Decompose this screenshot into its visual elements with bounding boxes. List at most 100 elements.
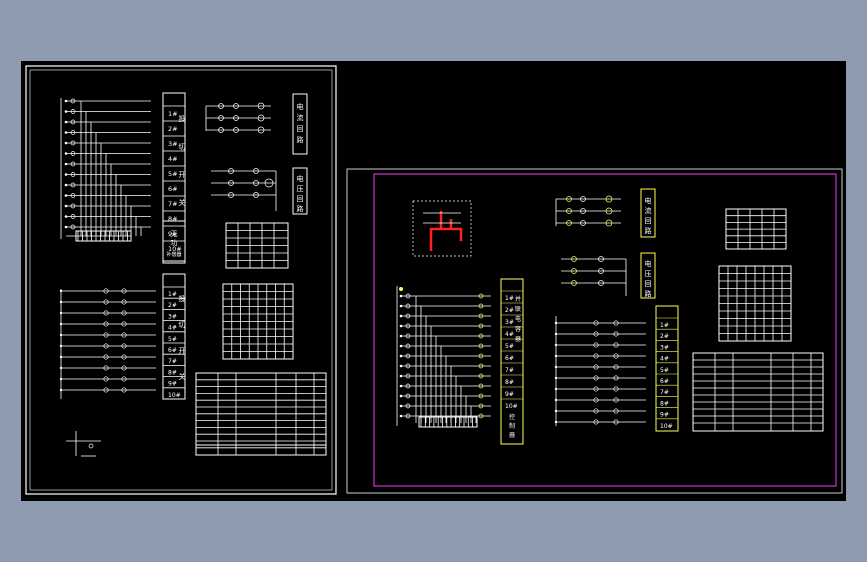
right-lower-switch-row-label: 7# xyxy=(660,389,669,396)
left-bottom-switch-row-label: 9# xyxy=(168,381,177,388)
right-voltage-label-char: 路 xyxy=(645,289,652,298)
right-current-label-char: 回 xyxy=(645,217,652,225)
right-current-label-char: 流 xyxy=(645,206,652,215)
right-voltage-label-char: 压 xyxy=(645,270,652,278)
right-lower-switch-row-label: 4# xyxy=(660,356,669,363)
left-bus-node xyxy=(64,141,68,145)
right-vertical-label-a-char: 容 xyxy=(515,325,521,333)
left-bus-node xyxy=(64,152,68,155)
right-lower-switch-row-label: 2# xyxy=(660,333,669,340)
right-lower-switch-row-label: 6# xyxy=(660,378,669,385)
right-bus-top-node xyxy=(399,287,403,291)
left-bottom-switch-row-label: 10# xyxy=(168,392,181,399)
right-current-label-char: 路 xyxy=(645,226,652,235)
right-parts-list xyxy=(692,352,824,432)
right-vertical-label-a-char: 并 xyxy=(515,295,521,303)
right-switch-row-label: 9# xyxy=(505,391,514,398)
right-switch-row-label: 2# xyxy=(505,307,514,314)
right-vertical-label-a-char: 电 xyxy=(515,315,521,323)
right-switch-row-label: 8# xyxy=(505,379,514,386)
right-vertical-label-a-char: 器 xyxy=(515,336,521,343)
left-bus-node xyxy=(64,225,68,229)
right-switch-row-label: 1# xyxy=(505,295,514,302)
right-vertical-label-b-char: 控 xyxy=(509,413,515,421)
left-bottom-switch-row-label: 6# xyxy=(168,347,177,354)
left-switch-row-label: 3# xyxy=(168,140,178,148)
left-bus-node xyxy=(64,162,68,166)
right-red-component xyxy=(429,211,463,251)
right-switch-row-label: 3# xyxy=(505,319,514,326)
right-switch-row-label: 6# xyxy=(505,355,514,362)
right-lower-switch-row-label: 3# xyxy=(660,344,669,351)
left-bottom-switch-row-label: 7# xyxy=(168,358,177,365)
right-bus-node xyxy=(399,384,403,388)
left-bus-node xyxy=(64,183,68,187)
left-switch-row-label: 7# xyxy=(168,200,178,208)
left-bus-node xyxy=(64,173,68,176)
right-lower-switch-row-label: 9# xyxy=(660,412,669,419)
left-bus-node xyxy=(64,204,68,208)
left-switch-row-label: 8# xyxy=(168,215,178,223)
right-bus-node xyxy=(399,394,403,398)
right-switch-row-label: 7# xyxy=(505,367,514,374)
left-bottom-block-char: 投 xyxy=(179,294,186,303)
left-bus-node xyxy=(64,131,68,134)
left-top-block-char: 关 xyxy=(179,198,186,207)
right-switch-row-label: 5# xyxy=(505,343,514,350)
right-bus-node xyxy=(399,364,403,368)
left-sheet-frame-outer xyxy=(25,65,337,495)
left-switch-row-label: 2# xyxy=(168,125,178,133)
left-top-block-char: 投 xyxy=(179,114,186,123)
right-lower-switch-row-label: 5# xyxy=(660,367,669,374)
left-switch-row-label: 5# xyxy=(168,170,178,178)
right-vertical-label-b-char: 器 xyxy=(509,432,515,439)
left-current-label-char: 电 xyxy=(297,102,304,111)
left-switch-row-label: 4# xyxy=(168,155,178,163)
right-bus-node xyxy=(399,354,403,358)
right-sheet-frame-inner xyxy=(373,173,837,487)
right-voltage-label-char: 电 xyxy=(645,259,652,268)
left-aux-symbol xyxy=(88,443,94,449)
left-bus-node xyxy=(64,215,68,218)
left-bottom-switch-row-label: 5# xyxy=(168,336,177,343)
right-bus-node xyxy=(399,344,403,348)
right-bus-node xyxy=(399,404,403,408)
right-switch-row-label: 4# xyxy=(505,331,514,338)
left-bottom-switch-row-label: 2# xyxy=(168,302,177,309)
left-switch-row-label: 1# xyxy=(168,110,178,118)
right-current-label-char: 电 xyxy=(645,196,652,205)
left-top-block-char: 切 xyxy=(179,143,186,151)
left-bottom-switch-row-label: 1# xyxy=(168,291,177,298)
left-bus-node xyxy=(64,120,68,124)
left-bottom-block-char: 开 xyxy=(179,347,186,355)
left-voltage-label-char: 回 xyxy=(297,195,304,203)
left-voltage-label-char: 压 xyxy=(297,185,304,193)
left-bus-node xyxy=(64,194,68,197)
left-bus-node xyxy=(64,99,68,103)
right-switch-row-label: 10# xyxy=(505,403,518,410)
left-current-label-char: 流 xyxy=(297,113,304,122)
right-bus-node xyxy=(399,374,403,378)
left-current-label-char: 路 xyxy=(297,135,304,144)
right-lower-switch-row-label: 10# xyxy=(660,423,673,430)
left-voltage-label-char: 路 xyxy=(297,204,304,213)
left-bottom-block-char: 切 xyxy=(179,321,186,329)
right-bus-node xyxy=(399,314,403,318)
right-lower-switch-row-label: 1# xyxy=(660,322,669,329)
right-bus-node xyxy=(399,304,403,308)
left-current-label-char: 回 xyxy=(297,125,304,133)
right-lower-switch-row-label: 8# xyxy=(660,400,669,407)
left-switch-row-label: 6# xyxy=(168,185,178,193)
right-bus-node xyxy=(399,294,403,298)
right-bus-node xyxy=(399,334,403,338)
cad-canvas[interactable]: 1# 2# 3# 4# 5# 6# 7# 8# 9# 10# 投切开关无功补偿器电流回路电压回路 1#… xyxy=(21,61,846,501)
left-bottom-switch-row-label: 3# xyxy=(168,313,177,320)
left-switch-label-a-char: 功 xyxy=(171,238,178,247)
right-vertical-label-a-char: 联 xyxy=(515,305,521,313)
right-voltage-label-char: 回 xyxy=(645,280,652,288)
left-bottom-switch-row-label: 4# xyxy=(168,325,177,332)
left-switch-label-a-char: 无 xyxy=(171,230,178,238)
left-switch-label-b: 补偿器 xyxy=(166,251,181,258)
right-vertical-label-b-char: 制 xyxy=(509,422,515,430)
schematic-drawing: 1#2#3#4#5#6#7#8#9#10#投切开关无功补偿器电流回路电压回路1#… xyxy=(25,65,843,495)
